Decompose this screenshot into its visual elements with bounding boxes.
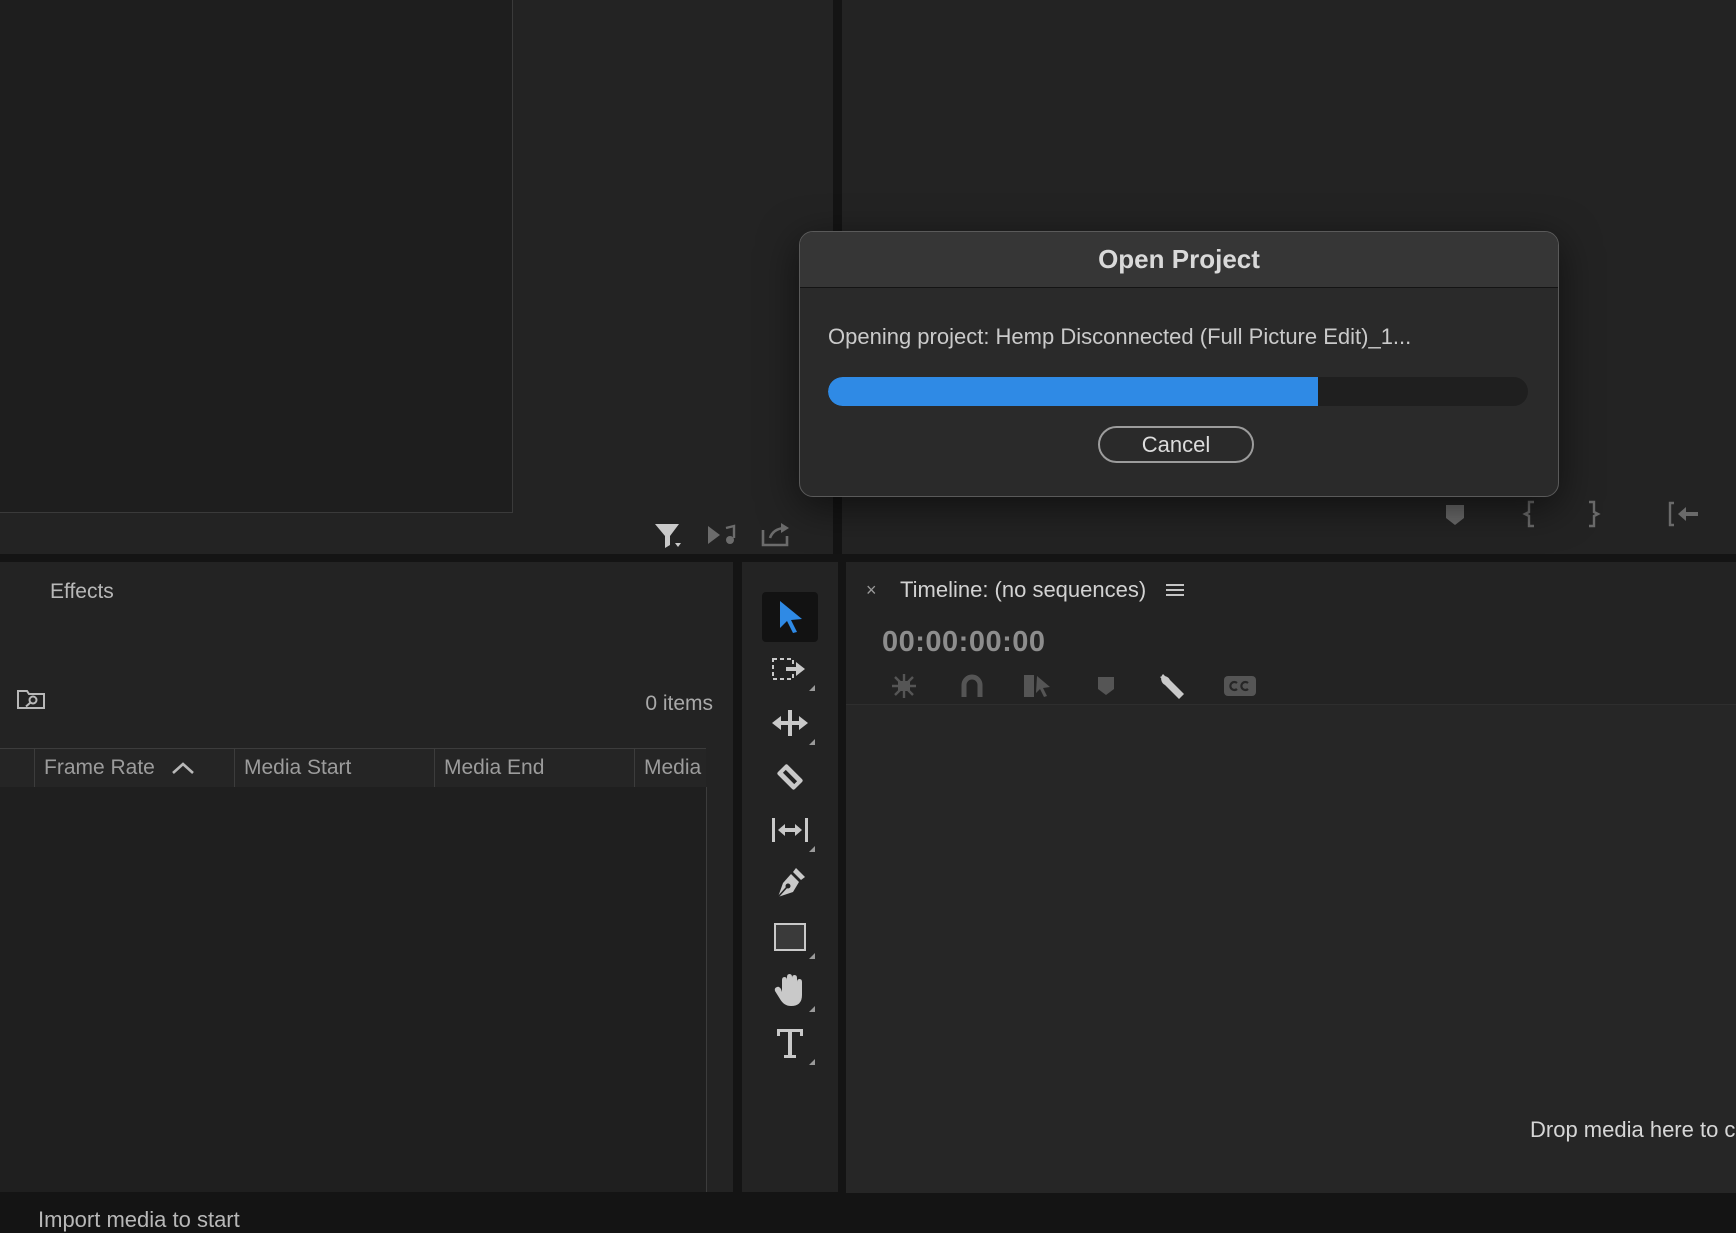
razor-tool[interactable] [762,752,818,802]
tool-flyout-indicator [809,685,815,691]
slip-tool[interactable] [762,805,818,855]
add-marker-icon[interactable] [1088,670,1124,702]
playhead-timecode[interactable]: 00:00:00:00 [882,626,1046,659]
export-frame-icon[interactable] [760,520,792,548]
column-media[interactable]: Media [634,749,706,787]
rectangle-tool[interactable] [762,912,818,962]
column-media-end[interactable]: Media End [434,749,634,787]
column-label: Media Start [244,756,352,779]
open-project-dialog: Open Project Opening project: Hemp Disco… [799,231,1559,497]
project-list[interactable]: Import media to start [0,787,707,1232]
selection-tool[interactable] [762,592,818,642]
tool-flyout-indicator [809,953,815,959]
dialog-message: Opening project: Hemp Disconnected (Full… [828,324,1412,349]
tools-panel [742,562,838,1192]
project-panel: Effects 0 items Frame Rate Media Start M… [0,562,733,1232]
bin-search-icon[interactable] [16,688,46,710]
sort-ascending-icon [171,762,194,775]
track-select-icon [772,658,805,680]
selection-arrow-icon [780,601,802,633]
drop-media-hint: Drop media here to c [1530,1117,1736,1142]
tab-effects[interactable]: Effects [50,580,114,604]
rectangle-icon [774,923,806,951]
dialog-title: Open Project [1098,244,1260,274]
tool-flyout-indicator [809,1059,815,1065]
ripple-edit-tool[interactable] [762,698,818,748]
go-to-in-icon[interactable] [1666,501,1700,527]
source-monitor-panel [0,0,833,554]
insert-audio-icon[interactable] [706,522,738,548]
pen-icon [777,868,805,898]
timeline-track-area[interactable]: Drop media here to c [846,704,1736,1193]
type-icon [777,1029,803,1058]
timeline-panel: × Timeline: (no sequences) 00:00:00:00 D… [846,562,1736,1193]
mark-out-icon[interactable] [1585,500,1601,528]
import-media-hint: Import media to start [38,1207,240,1232]
linked-selection-icon[interactable] [1020,670,1056,702]
column-media-start[interactable]: Media Start [234,749,434,787]
column-header-row: Frame Rate Media Start Media End Media [0,748,706,788]
slip-icon [772,818,808,842]
snap-icon[interactable] [954,670,990,702]
progress-bar [828,377,1528,406]
captions-icon[interactable] [1222,670,1258,702]
hand-tool[interactable] [762,965,818,1015]
items-count: 0 items [645,692,713,715]
tool-flyout-indicator [809,846,815,852]
ripple-edit-icon [772,710,808,736]
hand-icon [774,974,802,1006]
timeline-title: Timeline: (no sequences) [900,577,1147,602]
add-marker-icon[interactable] [1444,503,1466,527]
track-select-forward-tool[interactable] [762,644,818,694]
nest-icon[interactable] [886,670,922,702]
mark-in-icon[interactable] [1522,500,1538,528]
type-tool[interactable] [762,1018,818,1068]
filter-icon[interactable] [653,521,683,551]
close-icon[interactable]: × [866,580,877,601]
tool-flyout-indicator [809,1006,815,1012]
column-frame-rate[interactable]: Frame Rate [34,749,234,787]
source-monitor-frame [0,0,513,513]
progress-bar-fill [828,377,1318,406]
column-label: Media End [444,756,545,779]
column-label: Media [644,756,702,779]
cancel-button[interactable]: Cancel [1098,426,1254,463]
column-label: Frame Rate [44,756,155,779]
dialog-titlebar: Open Project [800,232,1558,288]
settings-wrench-icon[interactable] [1154,670,1190,702]
razor-icon [777,764,803,790]
pen-tool[interactable] [762,858,818,908]
tool-flyout-indicator [809,739,815,745]
panel-menu-icon[interactable] [1166,582,1184,598]
